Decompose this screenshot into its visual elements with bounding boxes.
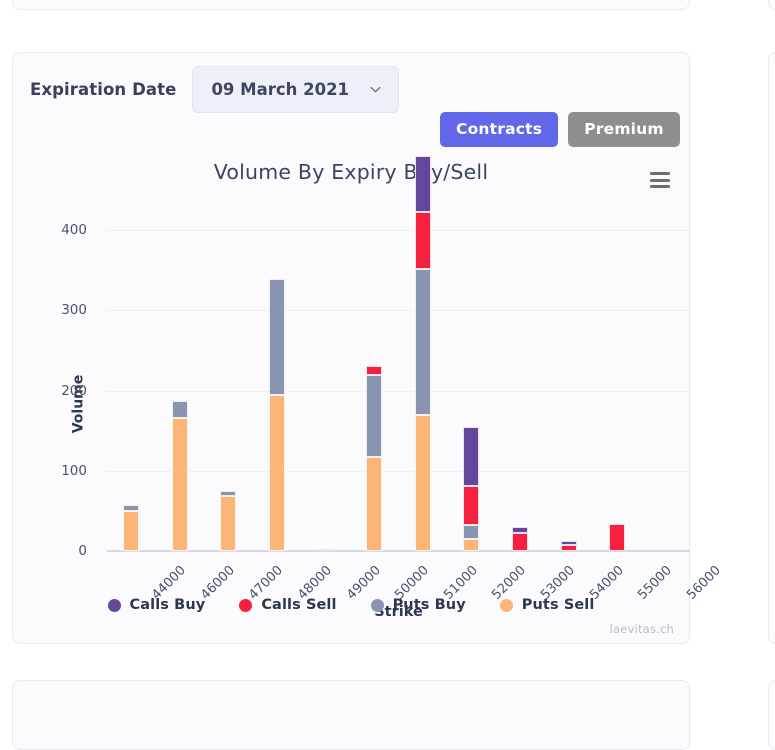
bar-segment-calls-sell[interactable] xyxy=(560,544,577,551)
bar-column[interactable] xyxy=(123,505,140,551)
bar-segment-calls-sell[interactable] xyxy=(609,523,626,551)
contracts-toggle-button[interactable]: Contracts xyxy=(440,112,559,148)
card-below xyxy=(12,680,690,750)
bar-column[interactable] xyxy=(269,279,286,551)
card-right-partial xyxy=(768,52,775,644)
bar-segment-puts-buy[interactable] xyxy=(171,400,188,418)
legend-swatch-icon xyxy=(499,598,513,612)
bar-segment-puts-sell[interactable] xyxy=(171,417,188,551)
bar-segment-puts-buy[interactable] xyxy=(463,524,480,539)
bar-segment-puts-sell[interactable] xyxy=(123,510,140,551)
chart-legend: Calls Buy Calls Sell Puts Buy Puts Sell xyxy=(12,597,690,613)
expiration-date-value: 09 March 2021 xyxy=(211,80,350,99)
page-root: Expiration Date 09 March 2021 Contracts … xyxy=(0,0,775,750)
legend-swatch-icon xyxy=(370,598,384,612)
bar-segment-calls-sell[interactable] xyxy=(366,366,383,375)
legend-item-puts-buy[interactable]: Puts Buy xyxy=(370,597,466,613)
expiration-date-select[interactable]: 09 March 2021 xyxy=(192,66,400,113)
unit-toggle-group: Contracts Premium xyxy=(440,112,680,148)
bar-segment-puts-sell[interactable] xyxy=(463,538,480,551)
legend-label: Puts Buy xyxy=(392,597,466,613)
legend-swatch-icon xyxy=(239,598,253,612)
bar-segment-calls-buy[interactable] xyxy=(560,540,577,545)
legend-item-puts-sell[interactable]: Puts Sell xyxy=(499,597,595,613)
grid-line xyxy=(107,390,690,392)
grid-line xyxy=(107,230,690,232)
bar-segment-puts-sell[interactable] xyxy=(220,496,237,551)
y-axis-tick: 100 xyxy=(61,462,87,479)
bar-segment-puts-sell[interactable] xyxy=(366,457,383,551)
bar-column[interactable] xyxy=(463,426,480,551)
hamburger-menu-icon[interactable] xyxy=(648,170,672,190)
y-axis-tick: 300 xyxy=(61,302,87,319)
card-above-right xyxy=(768,0,775,10)
legend-item-calls-sell[interactable]: Calls Sell xyxy=(239,597,336,613)
bar-column[interactable] xyxy=(366,366,383,551)
legend-label: Calls Buy xyxy=(129,597,206,613)
plot-area: Volume Strike 0 100 200 300 400 44000 46000 470… xyxy=(61,156,724,646)
grid-line xyxy=(107,470,690,472)
y-axis-tick: 400 xyxy=(61,222,87,239)
bar-segment-puts-buy[interactable] xyxy=(123,505,140,511)
legend-label: Puts Sell xyxy=(521,597,595,613)
bar-segment-calls-buy[interactable] xyxy=(511,526,528,534)
bar-segment-calls-buy[interactable] xyxy=(414,156,431,213)
bar-segment-calls-sell[interactable] xyxy=(463,486,480,525)
watermark: laevitas.ch xyxy=(609,622,674,636)
bar-segment-calls-buy[interactable] xyxy=(317,548,334,551)
grid-line xyxy=(107,310,690,312)
bar-segment-puts-buy[interactable] xyxy=(366,374,383,458)
premium-toggle-button[interactable]: Premium xyxy=(568,112,680,148)
x-axis-line xyxy=(107,550,690,552)
bar-column[interactable] xyxy=(317,548,334,551)
bar-column[interactable] xyxy=(220,490,237,551)
bar-column[interactable] xyxy=(658,550,674,551)
legend-label: Calls Sell xyxy=(261,597,337,613)
bar-column[interactable] xyxy=(560,540,577,551)
y-axis-tick: 200 xyxy=(61,382,87,399)
bar-segment-puts-sell[interactable] xyxy=(269,395,286,551)
bar-segment-puts-sell[interactable] xyxy=(414,414,431,551)
card-above xyxy=(12,0,690,10)
bar-segment-calls-sell[interactable] xyxy=(511,533,528,551)
bar-column[interactable] xyxy=(609,523,626,551)
bar-column[interactable] xyxy=(511,526,528,551)
y-axis-tick: 0 xyxy=(78,543,87,559)
legend-item-calls-buy[interactable]: Calls Buy xyxy=(107,597,206,613)
chart-title: Volume By Expiry Buy/Sell xyxy=(213,160,489,184)
bar-column[interactable] xyxy=(171,400,188,551)
bar-segment-puts-buy[interactable] xyxy=(414,268,431,415)
expiration-date-row: Expiration Date 09 March 2021 xyxy=(30,66,400,113)
bar-column[interactable] xyxy=(414,156,431,551)
legend-swatch-icon xyxy=(107,598,121,612)
bar-segment-puts-buy[interactable] xyxy=(220,490,237,497)
chevron-down-icon xyxy=(369,83,382,96)
chart-container: Volume By Expiry Buy/Sell Volume Strike … xyxy=(12,150,724,646)
bar-segment-calls-buy[interactable] xyxy=(463,426,480,487)
expiration-date-label: Expiration Date xyxy=(30,80,177,99)
bar-segment-calls-sell[interactable] xyxy=(414,212,431,269)
card-below-right xyxy=(768,680,775,750)
bar-segment-puts-buy[interactable] xyxy=(269,279,286,396)
